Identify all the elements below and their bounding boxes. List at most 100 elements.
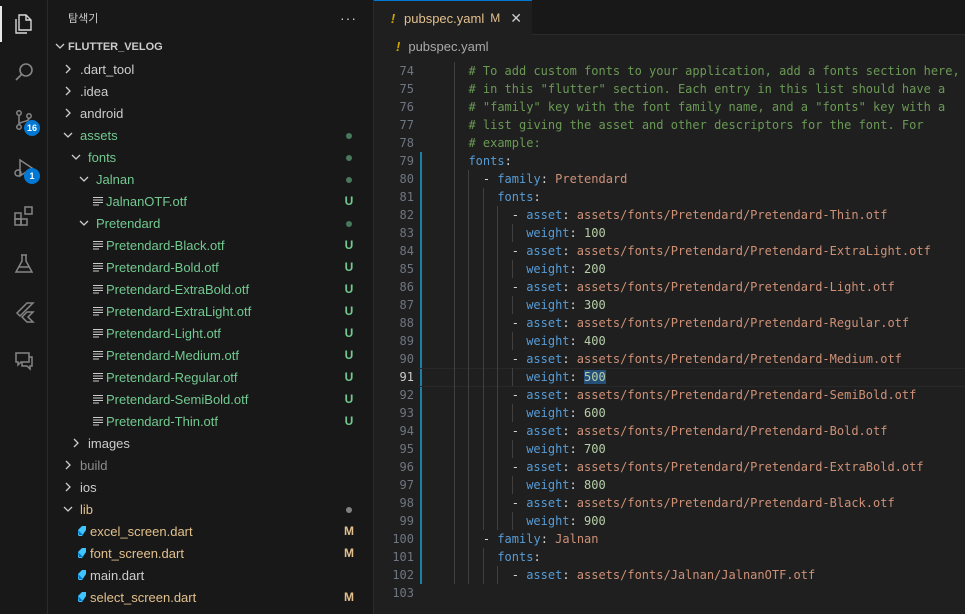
code-line: 87 weight: 300 [374,296,965,314]
tree-item-label: images [88,435,130,451]
tree-folder[interactable]: Pretendard [48,212,373,234]
line-number: 99 [399,514,414,528]
git-status-badge: U [344,348,354,362]
yaml-file-icon: ! [396,38,401,54]
tree-folder[interactable]: ios [48,476,373,498]
tree-file[interactable]: main.dart [48,564,373,586]
chevron-down-icon [52,38,68,57]
tree-file[interactable]: Pretendard-ExtraLight.otf U [48,300,373,322]
tree-item-label: Pretendard-SemiBold.otf [106,391,249,407]
project-name: FLUTTER_VELOG [68,41,163,53]
explorer-header: 탐색기 ··· [48,0,373,36]
search-button[interactable] [0,50,48,94]
tree-folder[interactable]: .idea [48,80,373,102]
tree-file[interactable]: Pretendard-Regular.otf U [48,366,373,388]
tree-item-label: Pretendard-Bold.otf [106,259,219,275]
search-icon [15,63,33,81]
file-tree: .dart_tool .idea android assets fonts Jalnan J… [48,58,373,608]
code-editor[interactable]: 7374# To add custom fonts to your applic… [374,44,965,614]
git-status-badge: U [344,260,354,274]
git-status-badge: U [344,392,354,406]
flask-icon [14,254,34,273]
line-number: 86 [399,280,414,294]
tree-item-label: select_screen.dart [90,589,197,605]
code-line: 78 # example: [374,134,965,152]
close-icon[interactable]: ✕ [510,10,522,27]
line-number: 85 [399,262,414,276]
explorer-button[interactable] [0,2,48,46]
code-line: 89 weight: 400 [374,332,965,350]
tree-file[interactable]: Pretendard-SemiBold.otf U [48,388,373,410]
code-line: 83 weight: 100 [374,224,965,242]
code-line: 94- asset: assets/fonts/Pretendard/Prete… [374,422,965,440]
tab-pubspec-yaml[interactable]: ! pubspec.yaml M ✕ [374,0,532,35]
line-number: 97 [399,478,414,492]
git-status-dot [343,150,355,164]
tree-file[interactable]: font_screen.dart M [48,542,373,564]
remote-chat-button[interactable] [0,338,48,382]
line-number: 100 [392,532,414,546]
line-number: 98 [399,496,414,510]
chevron-right-icon [68,435,84,451]
source-control-button[interactable]: 16 [0,98,48,142]
code-line: 86- asset: assets/fonts/Pretendard/Prete… [374,278,965,296]
tree-file[interactable]: Pretendard-Black.otf U [48,234,373,256]
more-actions-button[interactable]: ··· [340,10,357,26]
git-status-badge: U [344,194,354,208]
line-number: 103 [392,586,414,600]
run-debug-button[interactable]: 1 [0,146,48,190]
chevron-down-icon [76,215,92,231]
code-line: 103 [374,584,965,602]
font-file-icon [92,193,106,209]
git-status-dot [343,216,355,230]
tree-item-label: .dart_tool [80,61,135,77]
tree-file[interactable]: JalnanOTF.otf U [48,190,373,212]
line-number: 82 [399,208,414,222]
tree-file[interactable]: Pretendard-Light.otf U [48,322,373,344]
tree-item-label: main.dart [90,567,145,583]
tree-item-label: Pretendard [96,215,161,231]
tree-item-label: Pretendard-Black.otf [106,237,225,253]
line-number: 84 [399,244,414,258]
flutter-button[interactable] [0,290,48,334]
tree-folder[interactable]: images [48,432,373,454]
code-line: 85 weight: 200 [374,260,965,278]
tree-file[interactable]: Pretendard-Thin.otf U [48,410,373,432]
chevron-down-icon [60,501,76,517]
tree-file[interactable]: Pretendard-Bold.otf U [48,256,373,278]
tree-folder[interactable]: build [48,454,373,476]
dart-file-icon [76,545,90,561]
git-status-badge: U [344,414,354,428]
chevron-right-icon [60,479,76,495]
code-line: 82- asset: assets/fonts/Pretendard/Prete… [374,206,965,224]
tree-file[interactable]: excel_screen.dart M [48,520,373,542]
tree-folder[interactable]: assets [48,124,373,146]
tree-item-label: JalnanOTF.otf [106,193,187,209]
tree-item-label: assets [80,127,118,143]
extensions-button[interactable] [0,194,48,238]
code-line: 74 # To add custom fonts to your applicat… [374,62,965,80]
tree-folder[interactable]: Jalnan [48,168,373,190]
tree-folder[interactable]: fonts [48,146,373,168]
tab-modified-status: M [490,11,501,25]
breadcrumb-item-file[interactable]: pubspec.yaml [408,39,488,54]
line-number: 101 [392,550,414,564]
tree-item-label: Pretendard-ExtraBold.otf [106,281,250,297]
chevron-down-icon [76,171,92,187]
tree-file[interactable]: Pretendard-Medium.otf U [48,344,373,366]
git-status-badge: M [344,546,354,560]
tree-folder[interactable]: lib [48,498,373,520]
code-line: 93 weight: 600 [374,404,965,422]
explorer-title: 탐색기 [68,13,99,25]
tree-file[interactable]: select_screen.dart M [48,586,373,608]
testing-button[interactable] [0,242,48,286]
font-file-icon [92,259,106,275]
line-number: 81 [399,190,414,204]
line-number: 95 [399,442,414,456]
line-number: 77 [399,118,414,132]
tree-file[interactable]: Pretendard-ExtraBold.otf U [48,278,373,300]
git-status-badge: U [344,304,354,318]
project-section-header[interactable]: FLUTTER_VELOG [48,36,373,58]
tree-folder[interactable]: .dart_tool [48,58,373,80]
tree-folder[interactable]: android [48,102,373,124]
